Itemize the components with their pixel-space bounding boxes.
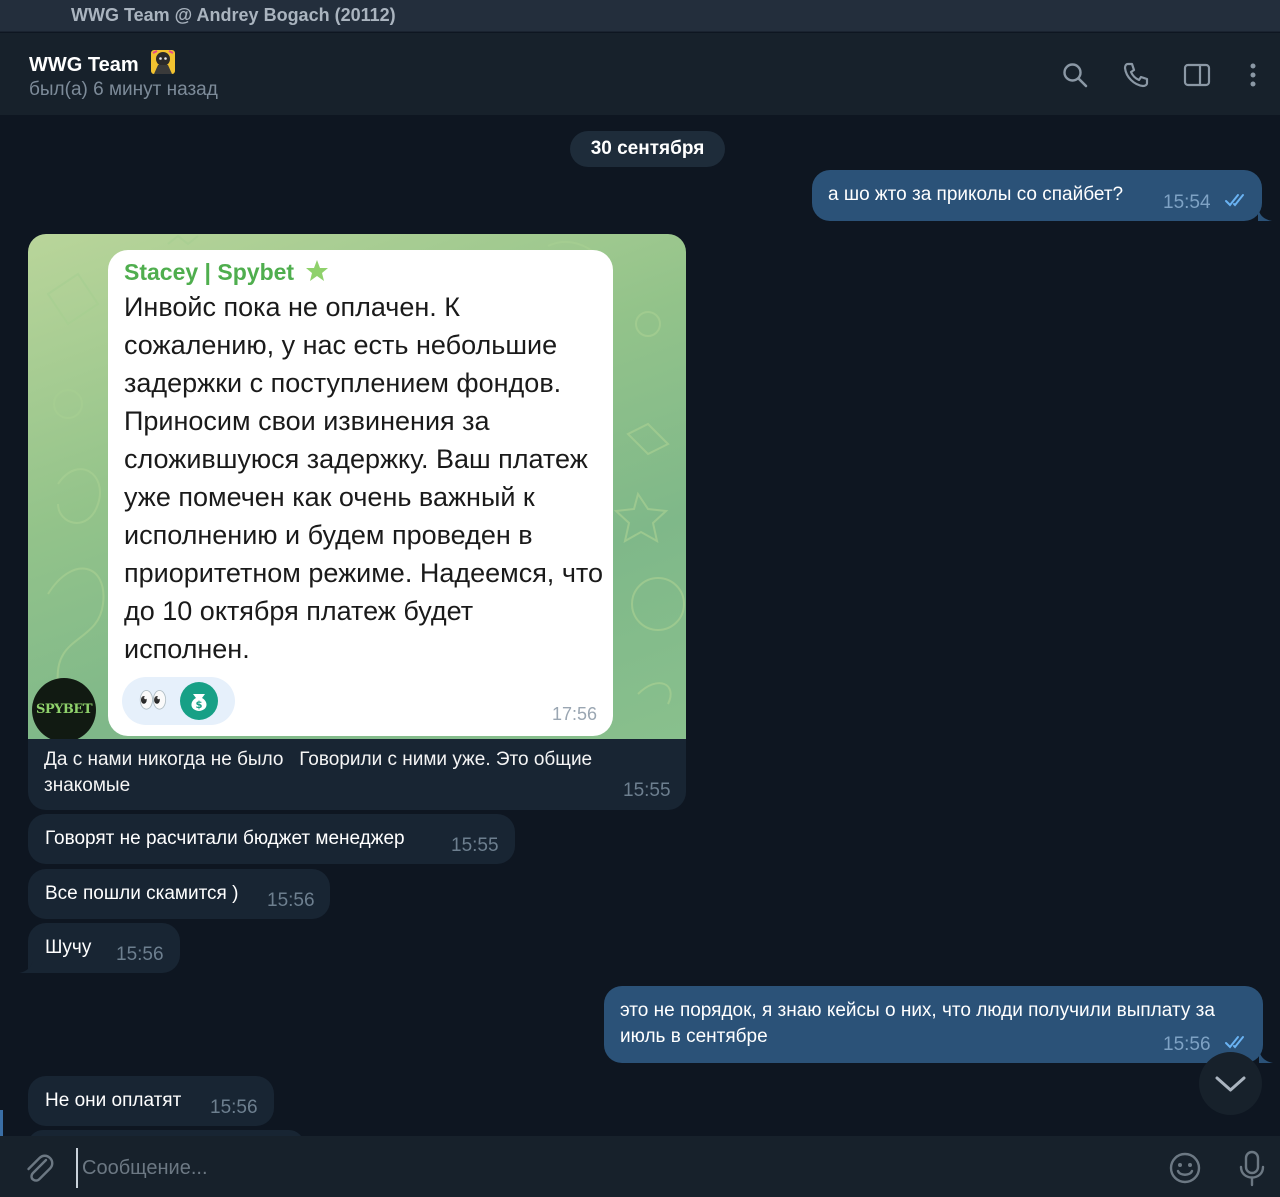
quote-time: 17:56 [551,704,597,724]
spybet-avatar: SPYBET [32,678,96,739]
scroll-to-bottom-button[interactable] [1199,1052,1262,1115]
message-time: 15:56 [267,890,315,911]
phone-icon[interactable] [1121,60,1151,90]
date-separator: 30 сентября [570,131,725,167]
photo-attachment[interactable]: Stacey | Spybet Инвойс пока не оплачен. … [28,234,686,739]
microphone-icon[interactable] [1235,1149,1269,1187]
message-outgoing[interactable]: это не порядок, я знаю кейсы о них, что … [604,986,1263,1063]
message-text: Да с нами никогда не было Говорили с ним… [44,749,598,796]
message-text: Не они оплатят [45,1090,182,1111]
chat-name: WWG Team [29,54,139,76]
star-icon [306,260,329,281]
message-incoming[interactable]: Говорят не расчитали бюджет менеджер 15:… [28,814,515,864]
message-incoming[interactable]: Все пошли скамится ) 15:56 [28,869,330,919]
search-icon[interactable] [1060,60,1090,90]
emoji-icon[interactable] [1167,1150,1203,1186]
message-incoming[interactable]: Не они оплатят 15:56 [28,1076,274,1126]
message-composer [0,1136,1280,1197]
message-incoming[interactable]: Шучу 15:56 [28,923,180,973]
quote-text: Инвойс пока не оплачен. К сожалению, у н… [124,292,603,664]
bubble-tail [19,957,33,973]
money-bag-icon[interactable]: $ [180,682,218,720]
more-vertical-icon[interactable] [1238,60,1268,90]
chat-last-seen: был(а) 6 минут назад [29,79,218,100]
photo-caption-bubble[interactable]: Да с нами никогда не было Говорили с ним… [28,739,686,810]
attach-icon[interactable] [22,1151,56,1185]
message-time: 15:54 [1163,192,1211,213]
bubble-tail [1258,205,1272,221]
read-receipt-icon [1225,1036,1244,1049]
sidebar-toggle-icon[interactable] [1182,60,1212,90]
message-text: это не порядок, я знаю кейсы о них, что … [620,1000,1215,1047]
message-text: Шучу [45,937,92,958]
chat-title[interactable]: WWG Team [29,47,178,77]
chat-header: WWG Team был(а) 6 минут назад [0,33,1280,115]
message-time: 15:56 [210,1097,258,1118]
svg-text:$: $ [196,700,203,711]
window-titlebar: WWG Team @ Andrey Bogach (20112) [0,0,1280,32]
chevron-down-icon [1215,1076,1246,1092]
reaction-eyes[interactable]: 👀 [138,686,168,716]
forwarded-message-card: Stacey | Spybet Инвойс пока не оплачен. … [108,250,613,736]
window-title: WWG Team @ Andrey Bogach (20112) [71,5,396,25]
reactions-bar[interactable]: 👀 $ [122,677,235,725]
message-time: 15:55 [451,835,499,856]
message-outgoing[interactable]: а шо жто за приколы со спайбет? 15:54 [812,170,1262,221]
read-receipt-icon [1225,194,1244,207]
message-time: 15:55 [623,780,671,801]
message-text: Все пошли скамится ) [45,883,239,904]
message-input[interactable] [76,1148,1144,1188]
message-list[interactable]: 30 сентября а шо жто за приколы со спайб… [3,115,1280,1136]
hooded-figure-emoji-icon [151,50,176,74]
message-time: 15:56 [116,944,164,965]
scroll-indicator [0,1110,3,1136]
message-text: а шо жто за приколы со спайбет? [828,184,1124,205]
message-text: Говорят не расчитали бюджет менеджер [45,828,405,849]
quote-sender: Stacey | Spybet [124,258,330,286]
